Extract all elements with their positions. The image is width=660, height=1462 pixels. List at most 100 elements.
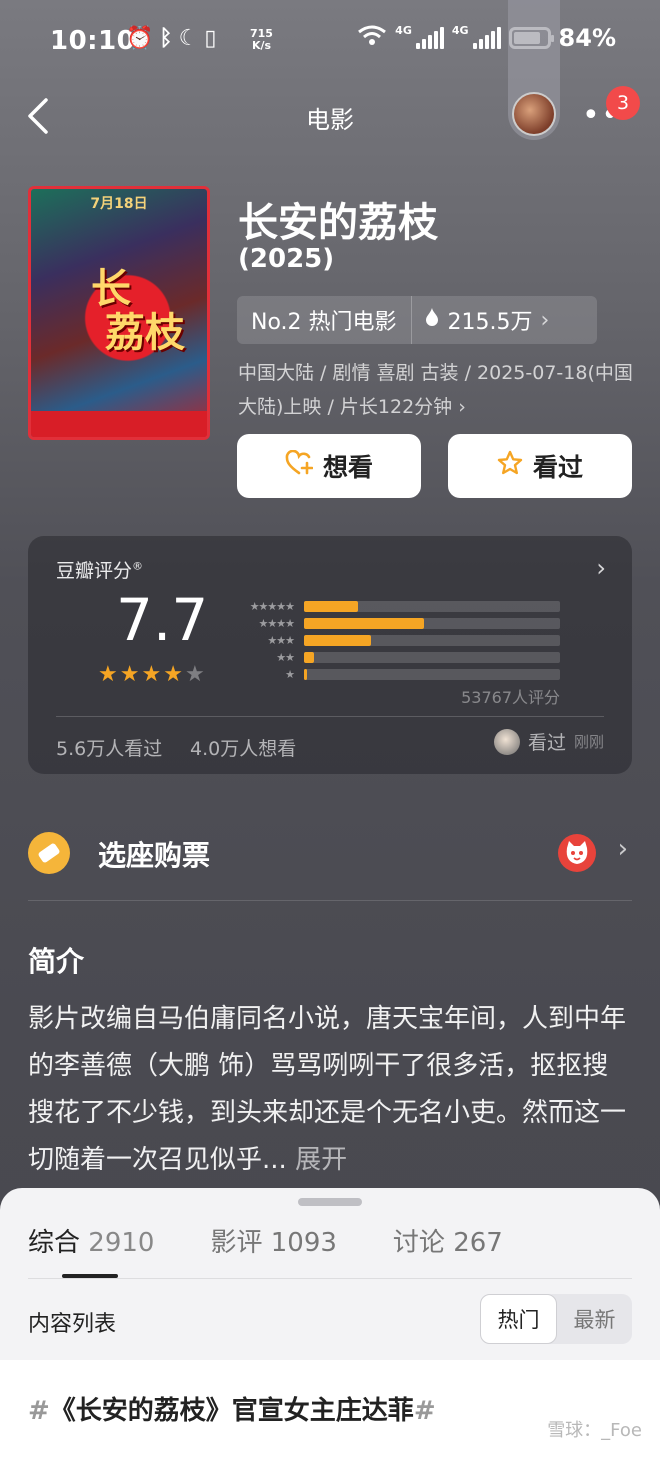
heat-number: 215.5万 bbox=[447, 310, 533, 335]
movie-meta[interactable]: 中国大陆 / 剧情 喜剧 古装 / 2025-07-18(中国大陆)上映 / 片… bbox=[238, 356, 638, 424]
status-icons-left: ⏰ ᛒ ☾ ▯ bbox=[126, 26, 216, 51]
hash-mark: # bbox=[413, 1396, 436, 1426]
network-type-2: 4G bbox=[451, 23, 469, 37]
tab-count: 267 bbox=[453, 1228, 503, 1258]
alarm-icon: ⏰ bbox=[126, 26, 154, 51]
tab-label: 综合 bbox=[28, 1228, 81, 1258]
post-title: #《长安的荔枝》官宣女主庄达菲# bbox=[28, 1390, 436, 1427]
rating-bar-fill bbox=[304, 600, 358, 612]
chevron-right-icon: › bbox=[596, 554, 606, 582]
poster-title: 长 荔枝 bbox=[91, 265, 185, 356]
rating-stars: ★ ★ ★ ★ ★ bbox=[98, 662, 205, 687]
tab-discussion[interactable]: 讨论 267 bbox=[393, 1222, 503, 1259]
divider bbox=[28, 1278, 632, 1279]
bluetooth-icon: ᛒ bbox=[159, 26, 173, 51]
notification-badge: 3 bbox=[606, 86, 640, 120]
rating-bar-track bbox=[304, 634, 560, 646]
poster-credits-band bbox=[31, 411, 207, 437]
status-time: 10:10 bbox=[50, 26, 136, 56]
star-filled-icon: ★ bbox=[163, 662, 183, 687]
rating-bar-row: ★★★ bbox=[228, 632, 568, 648]
rating-card[interactable]: 豆瓣评分® › 7.7 ★ ★ ★ ★ ★ ★★★★★ ★★★★ ★★★ ★★ ★ 53767人… bbox=[28, 536, 632, 774]
post-title-text: 《长安的荔枝》官宣女主庄达菲 bbox=[49, 1396, 414, 1426]
rating-count: 53767人评分 bbox=[461, 688, 560, 707]
want-label: 想看 bbox=[322, 453, 373, 482]
drag-handle[interactable] bbox=[298, 1198, 362, 1206]
tab-count: 1093 bbox=[270, 1228, 337, 1258]
star-filled-icon: ★ bbox=[141, 662, 162, 687]
rating-bar-fill bbox=[304, 651, 315, 663]
vibrate-icon: ▯ bbox=[204, 26, 217, 51]
friend-action: 看过 bbox=[527, 732, 566, 754]
heat-value: 215.5万 › bbox=[412, 304, 562, 336]
rating-bar-fill bbox=[304, 617, 425, 629]
rating-bar-fill bbox=[304, 634, 371, 646]
rating-distribution: ★★★★★ ★★★★ ★★★ ★★ ★ bbox=[228, 598, 568, 683]
ranking-box[interactable]: No.2 热门电影 215.5万 › bbox=[237, 296, 597, 344]
expand-link[interactable]: 展开 bbox=[295, 1145, 347, 1175]
tab-count: 2910 bbox=[88, 1228, 155, 1258]
avatar bbox=[493, 728, 520, 755]
signal-icon bbox=[415, 27, 444, 49]
rating-bar-row: ★★ bbox=[228, 649, 568, 665]
watermark: 雪球：_Foe bbox=[547, 1420, 642, 1441]
tab-overview[interactable]: 综合 2910 bbox=[28, 1222, 154, 1259]
star-filled-icon: ★ bbox=[119, 662, 140, 687]
seen-count: 5.6万人看过 bbox=[56, 738, 163, 760]
bar-stars-icon: ★★★★ bbox=[258, 616, 295, 630]
chevron-right-icon: › bbox=[617, 834, 628, 864]
chevron-right-icon: › bbox=[540, 307, 550, 333]
page-title: 电影 bbox=[306, 106, 354, 134]
rating-bar-row: ★ bbox=[228, 666, 568, 682]
hash-mark: # bbox=[28, 1396, 50, 1426]
sort-latest-button[interactable]: 最新 bbox=[557, 1294, 632, 1344]
synopsis-title: 简介 bbox=[28, 945, 85, 978]
rating-bar-track bbox=[304, 617, 560, 629]
synopsis-text: 影片改编自马伯庸同名小说，唐天宝年间，人到中年的李善德（大鹏 饰）骂骂咧咧干了很… bbox=[28, 996, 634, 1184]
star-outline-icon bbox=[497, 450, 523, 482]
rating-bar-row: ★★★★★ bbox=[228, 598, 568, 614]
buy-ticket-row[interactable]: 选座购票 › bbox=[28, 820, 632, 900]
rating-bar-track bbox=[304, 651, 560, 663]
registered-mark: ® bbox=[132, 559, 144, 573]
movie-title: 长安的荔枝 bbox=[238, 200, 438, 246]
tab-reviews[interactable]: 影评 1093 bbox=[210, 1222, 336, 1259]
wifi-icon bbox=[357, 24, 387, 52]
star-empty-icon: ★ bbox=[184, 662, 205, 687]
bar-stars-icon: ★★★ bbox=[267, 633, 295, 647]
bar-stars-icon: ★ bbox=[285, 667, 295, 681]
bottom-sheet[interactable]: 综合 2910 影评 1093 讨论 267 内容列表 热门 最新 #《长安的荔… bbox=[0, 1188, 660, 1462]
divider bbox=[56, 716, 604, 717]
avatar[interactable] bbox=[512, 92, 556, 136]
rating-label: 豆瓣评分® bbox=[56, 556, 143, 583]
sort-hot-button[interactable]: 热门 bbox=[480, 1294, 557, 1344]
content-list-label: 内容列表 bbox=[28, 1312, 117, 1337]
watched-button[interactable]: 看过 bbox=[448, 434, 632, 498]
movie-year: (2025) bbox=[238, 244, 335, 274]
tab-label: 讨论 bbox=[392, 1228, 445, 1258]
rating-score: 7.7 bbox=[116, 586, 209, 654]
want-to-watch-button[interactable]: 想看 bbox=[237, 434, 421, 498]
poster-release-text: 7月18日 bbox=[90, 196, 148, 212]
rating-bar-track bbox=[304, 600, 560, 612]
tab-label: 影评 bbox=[210, 1228, 263, 1258]
content-tabs: 综合 2910 影评 1093 讨论 267 bbox=[28, 1222, 503, 1259]
top-nav: 电影 • • 3 bbox=[0, 0, 660, 148]
bar-stars-icon: ★★ bbox=[276, 650, 295, 664]
watched-label: 看过 bbox=[532, 453, 583, 482]
maoyan-cat-icon bbox=[558, 834, 596, 872]
sort-toggle: 热门 最新 bbox=[480, 1294, 632, 1344]
friend-time: 刚刚 bbox=[573, 733, 604, 751]
signal-icon-2 bbox=[472, 27, 501, 49]
battery-percent: 84% bbox=[558, 24, 616, 52]
status-icons-right: 4G 4G 84% bbox=[357, 24, 616, 52]
status-bar: 10:10 ⏰ ᛒ ☾ ▯ 715 K/s 4G 4G 84% bbox=[0, 0, 660, 84]
heart-plus-icon bbox=[285, 449, 314, 482]
list-item[interactable]: #《长安的荔枝》官宣女主庄达菲# 雪球：_Foe bbox=[0, 1360, 660, 1462]
friend-activity[interactable]: 看过 刚刚 bbox=[493, 728, 604, 755]
ticket-icon bbox=[28, 832, 70, 874]
movie-poster[interactable]: 7月18日 长 荔枝 bbox=[28, 186, 210, 440]
flame-icon bbox=[424, 307, 440, 333]
buy-ticket-label: 选座购票 bbox=[98, 839, 211, 872]
rating-label-text: 豆瓣评分 bbox=[56, 560, 133, 582]
